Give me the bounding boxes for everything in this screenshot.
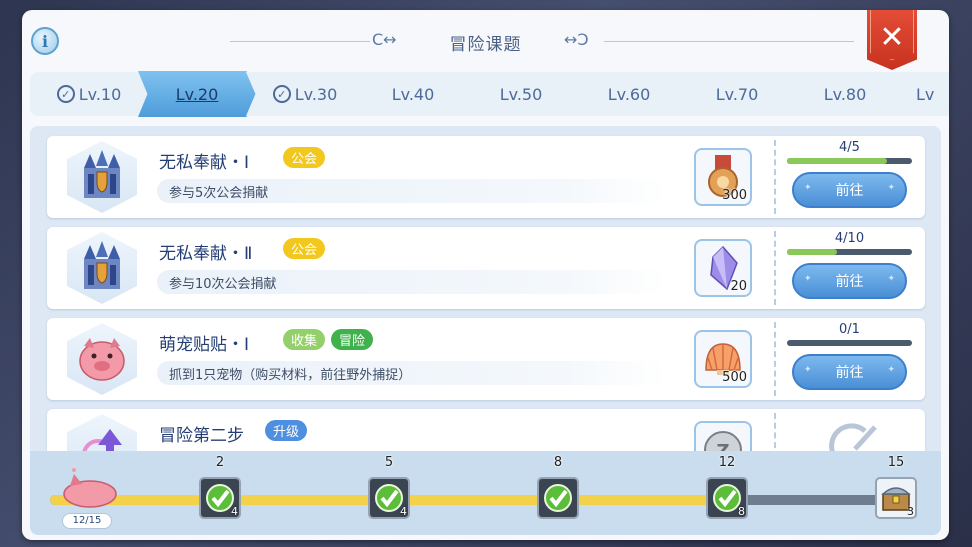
- tab-label: Lv.80: [823, 84, 867, 104]
- pink-pet-icon: [67, 323, 137, 395]
- progress-text: 4/10: [834, 231, 865, 246]
- quest-description: 参与5次公会捐献: [169, 186, 269, 201]
- progress-bar: [787, 340, 912, 346]
- milestone-threshold: 5: [384, 455, 394, 470]
- window-title: 冒险课题: [449, 35, 522, 55]
- tab-lv20[interactable]: Lv.20: [138, 71, 256, 117]
- quest-row: 无私奉献・Ⅰ 公会 参与5次公会捐献 300 4/5 前往: [47, 136, 925, 218]
- milestone-count: 8: [738, 505, 745, 518]
- reward-count: 500: [722, 370, 747, 385]
- reward-count: 300: [722, 188, 747, 203]
- quest-row: 冒险第二步 升级 Z: [47, 409, 925, 456]
- tab-lv50[interactable]: Lv.50: [462, 72, 580, 116]
- milestone-count: 4: [400, 505, 407, 518]
- milestone-threshold: 15: [887, 455, 905, 470]
- progress-text: 4/5: [839, 140, 860, 155]
- milestone-reward[interactable]: 4: [199, 477, 241, 519]
- quest-row: 萌宠贴贴・Ⅰ 收集 冒险 抓到1只宠物（购买材料，前往野外捕捉） 500 0/1…: [47, 318, 925, 400]
- progress-bar: [787, 158, 912, 164]
- reward-slot[interactable]: 500: [694, 330, 752, 388]
- divider: [774, 140, 776, 214]
- overall-progress: 12/15 2 4 5 4 8 12 8 15 3: [30, 451, 941, 535]
- progress-fill: [787, 158, 887, 164]
- tab-label: Lv.70: [715, 84, 759, 104]
- quest-title: 冒险第二步: [156, 421, 244, 446]
- tab-lv90-partial[interactable]: Lv: [894, 72, 949, 116]
- tag-level-up: 升级: [265, 420, 308, 441]
- milestone-threshold: 2: [215, 455, 225, 470]
- tab-label: Lv.20: [175, 84, 219, 104]
- quest-tags: 公会: [283, 238, 326, 259]
- tab-label: Lv.50: [499, 84, 543, 104]
- divider: [774, 413, 776, 456]
- milestone-reward[interactable]: 4: [368, 477, 410, 519]
- tab-lv70[interactable]: Lv.70: [678, 72, 796, 116]
- quest-tags: 收集 冒险: [283, 329, 374, 350]
- close-icon: ✕: [879, 20, 905, 55]
- progress-count: 12/15: [62, 513, 112, 529]
- adventure-quest-window: i C↔ 冒险课题 ↔Ɔ ✕ ✓ Lv.10 Lv.20 ✓ Lv.30 Lv.…: [22, 10, 949, 540]
- tag-guild: 公会: [283, 147, 326, 168]
- quest-title: 无私奉献・Ⅰ: [155, 148, 249, 173]
- guild-castle-icon: [67, 141, 137, 213]
- level-tabs: ✓ Lv.10 Lv.20 ✓ Lv.30 Lv.40 Lv.50 Lv.60 …: [30, 71, 949, 117]
- tab-lv80[interactable]: Lv.80: [786, 72, 904, 116]
- progress-track: [50, 495, 900, 505]
- tab-label: Lv: [916, 84, 935, 104]
- go-button[interactable]: 前往: [792, 172, 907, 208]
- divider: [774, 322, 776, 396]
- reward-slot[interactable]: 300: [694, 148, 752, 206]
- quest-title: 萌宠贴贴・Ⅰ: [155, 330, 249, 355]
- tab-label: Lv.40: [391, 84, 435, 104]
- reward-slot[interactable]: 20: [694, 239, 752, 297]
- divider: [774, 231, 776, 305]
- tab-lv60[interactable]: Lv.60: [570, 72, 688, 116]
- tab-label: Lv.30: [294, 84, 338, 104]
- check-icon: ✓: [56, 85, 75, 103]
- tab-lv10[interactable]: ✓ Lv.10: [30, 72, 148, 116]
- milestone-count: 3: [907, 505, 914, 518]
- progress-bar: [787, 249, 912, 255]
- tag-guild: 公会: [283, 238, 326, 259]
- tag-collect: 收集: [283, 329, 326, 350]
- quest-title: 无私奉献・Ⅱ: [155, 239, 252, 264]
- check-icon: ✓: [272, 85, 291, 103]
- quest-tags: 升级: [265, 420, 308, 441]
- milestone-reward[interactable]: 3: [875, 477, 917, 519]
- title-right-line: [604, 41, 854, 42]
- tab-label: Lv.10: [78, 84, 122, 104]
- go-button[interactable]: 前往: [792, 354, 907, 390]
- tab-lv30[interactable]: ✓ Lv.30: [246, 72, 364, 116]
- quest-description: 抓到1只宠物（购买材料，前往野外捕捉）: [169, 368, 412, 383]
- reward-count: 20: [730, 279, 747, 294]
- pink-pet-icon: [63, 468, 117, 508]
- close-button[interactable]: ✕: [867, 10, 917, 70]
- window-header: i C↔ 冒险课题 ↔Ɔ ✕: [22, 10, 949, 70]
- title-right-ornament: ↔Ɔ: [564, 30, 589, 49]
- tab-label: Lv.60: [607, 84, 651, 104]
- quest-tags: 公会: [283, 147, 326, 168]
- guild-castle-icon: [67, 232, 137, 304]
- quest-row: 无私奉献・Ⅱ 公会 参与10次公会捐献 20 4/10 前往: [47, 227, 925, 309]
- quest-description: 参与10次公会捐献: [169, 277, 277, 292]
- quest-list[interactable]: 无私奉献・Ⅰ 公会 参与5次公会捐献 300 4/5 前往: [30, 126, 941, 456]
- tag-adventure: 冒险: [331, 329, 374, 350]
- progress-text: 0/1: [839, 322, 860, 337]
- milestone-threshold: 12: [718, 455, 736, 470]
- milestone-reward[interactable]: [537, 477, 579, 519]
- go-button[interactable]: 前往: [792, 263, 907, 299]
- level-up-icon: [67, 414, 137, 456]
- milestone-count: 4: [231, 505, 238, 518]
- milestone-threshold: 8: [553, 455, 563, 470]
- tab-lv40[interactable]: Lv.40: [354, 72, 472, 116]
- milestone-reward[interactable]: 8: [706, 477, 748, 519]
- check-icon: [544, 484, 572, 512]
- progress-fill: [787, 249, 837, 255]
